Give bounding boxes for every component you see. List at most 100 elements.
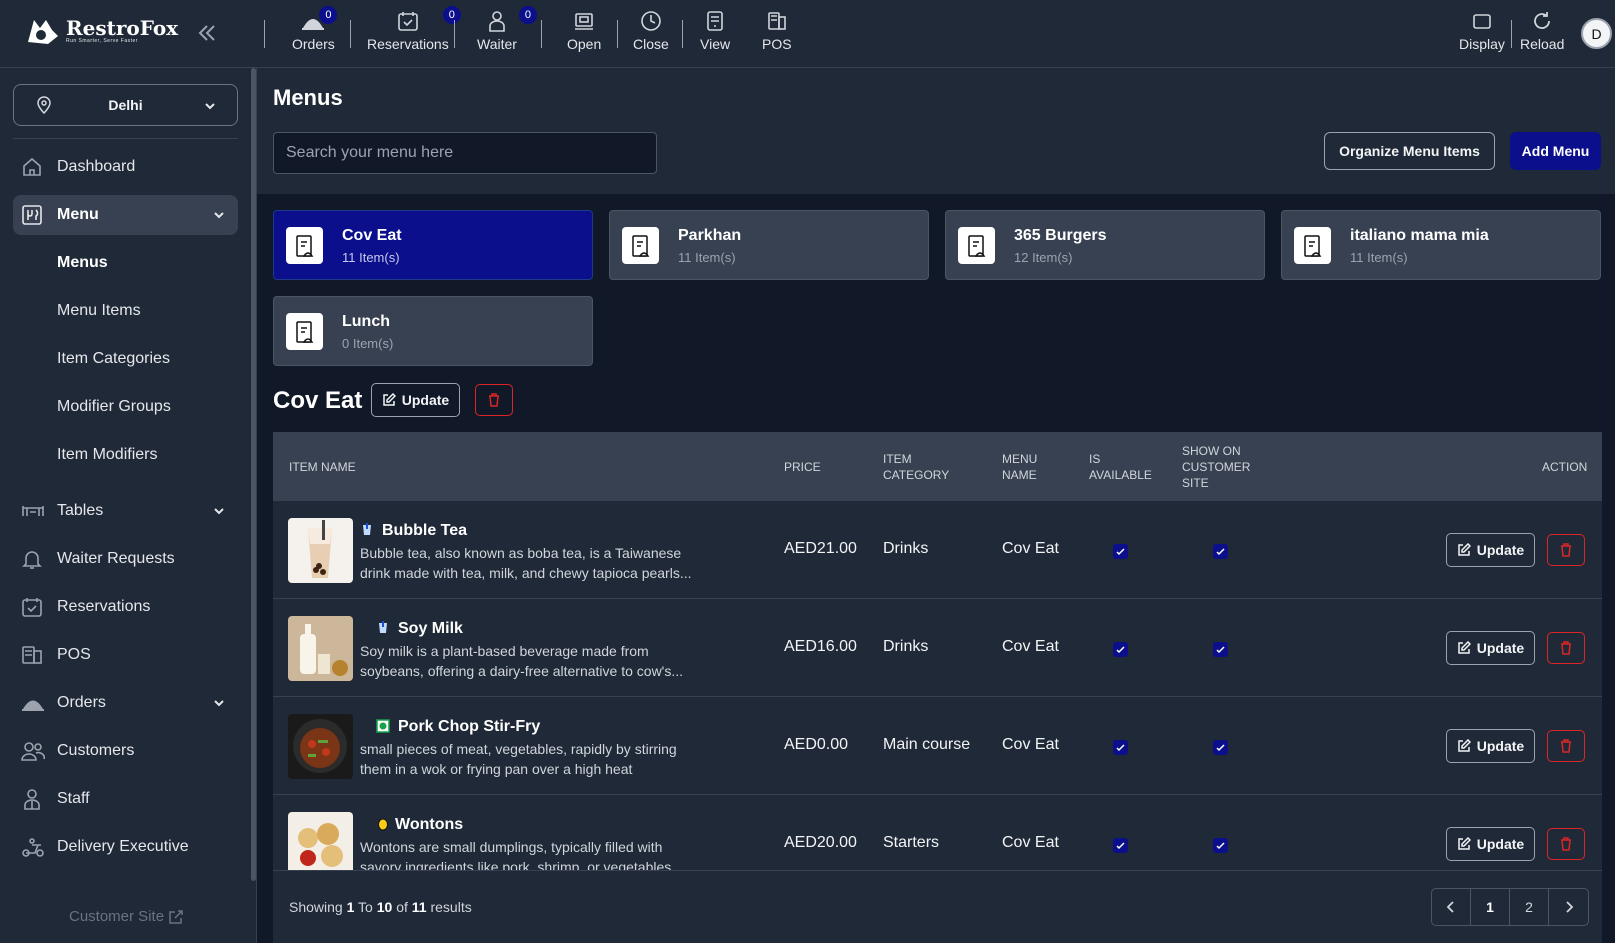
delete-item-button[interactable]: [1547, 534, 1585, 566]
show-on-site-checkbox[interactable]: [1213, 642, 1228, 657]
sidebar-item-delivery-executive[interactable]: Delivery Executive: [13, 827, 238, 867]
menu-card[interactable]: italiano mama mia 11 Item(s): [1281, 210, 1601, 280]
update-label: Update: [1476, 542, 1525, 558]
users-icon: [21, 742, 45, 761]
sidebar-subitem-item-categories[interactable]: Item Categories: [57, 350, 170, 368]
veg-icon: [376, 719, 390, 733]
location-value: Delhi: [108, 97, 143, 113]
item-category: Drinks: [883, 638, 929, 655]
edit-icon: [1458, 837, 1471, 850]
view-button[interactable]: View: [700, 10, 730, 52]
delete-menu-button[interactable]: [475, 384, 513, 416]
sidebar-item-dashboard[interactable]: Dashboard: [13, 147, 238, 187]
organize-menu-items-button[interactable]: Organize Menu Items: [1324, 132, 1495, 170]
collapse-sidebar-button[interactable]: [196, 22, 218, 44]
is-available-checkbox[interactable]: [1113, 544, 1128, 559]
table-row: Soy Milk Soy milk is a plant-based bever…: [273, 599, 1602, 697]
menu-card[interactable]: Cov Eat 11 Item(s): [273, 210, 593, 280]
prev-page-button[interactable]: [1432, 889, 1471, 925]
menu-card-name: italiano mama mia: [1350, 227, 1489, 244]
sidebar-item-menu[interactable]: Menu: [13, 195, 238, 235]
pagination: 1 2: [1431, 888, 1589, 926]
menu-card-icon-box: [286, 227, 323, 264]
open-button[interactable]: Open: [567, 10, 601, 52]
menu-card-count: 11 Item(s): [1350, 250, 1408, 265]
cloche-icon: [22, 700, 44, 711]
show-on-site-checkbox[interactable]: [1213, 544, 1228, 559]
sidebar-item-label: Staff: [57, 790, 90, 807]
sidebar-item-staff[interactable]: Staff: [13, 779, 238, 819]
sidebar-scrollbar[interactable]: [251, 68, 256, 881]
menu-card[interactable]: Parkhan 11 Item(s): [609, 210, 929, 280]
page-header: [257, 68, 1615, 194]
update-item-button[interactable]: Update: [1446, 631, 1535, 665]
edit-icon: [1458, 641, 1471, 654]
delete-item-button[interactable]: [1547, 632, 1585, 664]
display-button[interactable]: Display: [1459, 10, 1505, 52]
trash-icon: [489, 393, 499, 407]
update-item-button[interactable]: Update: [1446, 533, 1535, 567]
item-description: Bubble tea, also known as boba tea, is a…: [360, 545, 692, 581]
check-icon: [1116, 744, 1125, 752]
sidebar-item-label: Reservations: [57, 598, 151, 615]
sidebar-item-waiter-requests[interactable]: Waiter Requests: [13, 539, 238, 579]
reservations-button[interactable]: 0 Reservations: [367, 6, 461, 52]
sidebar-item-orders[interactable]: Orders: [13, 683, 238, 723]
menu-card[interactable]: 365 Burgers 12 Item(s): [945, 210, 1265, 280]
item-price: AED0.00: [784, 736, 849, 753]
item-name: Bubble Tea: [382, 522, 468, 539]
pos-button[interactable]: POS: [762, 10, 792, 52]
waiter-button[interactable]: 0 Waiter: [477, 6, 537, 52]
item-price: AED20.00: [784, 834, 857, 851]
orders-label: Orders: [292, 36, 335, 52]
delete-item-button[interactable]: [1547, 828, 1585, 860]
item-category: Drinks: [883, 540, 929, 557]
brand-logo[interactable]: RestroFox Run Smarter, Serve Faster: [24, 16, 178, 46]
sidebar-subitem-item-modifiers[interactable]: Item Modifiers: [57, 446, 157, 464]
sidebar-subitem-modifier-groups[interactable]: Modifier Groups: [57, 398, 171, 416]
top-bar: RestroFox Run Smarter, Serve Faster 0 Or…: [0, 0, 1615, 68]
orders-button[interactable]: 0 Orders: [292, 6, 338, 52]
show-on-site-checkbox[interactable]: [1213, 838, 1228, 853]
external-link-icon: [169, 909, 183, 924]
trash-icon: [1561, 739, 1571, 753]
item-image: [288, 812, 353, 870]
sidebar-subitem-menus[interactable]: Menus: [57, 254, 108, 272]
page-button[interactable]: 2: [1510, 889, 1549, 925]
is-available-checkbox[interactable]: [1113, 740, 1128, 755]
update-menu-button[interactable]: Update: [371, 383, 460, 417]
delete-item-button[interactable]: [1547, 730, 1585, 762]
menu-card-icon-box: [1294, 227, 1331, 264]
next-page-button[interactable]: [1549, 889, 1588, 925]
pos-icon: [22, 646, 42, 664]
sidebar-item-tables[interactable]: Tables: [13, 491, 238, 531]
menu-card[interactable]: Lunch 0 Item(s): [273, 296, 593, 366]
is-available-checkbox[interactable]: [1113, 642, 1128, 657]
customer-site-link[interactable]: Customer Site: [69, 908, 184, 925]
sidebar-item-reservations[interactable]: Reservations: [13, 587, 238, 627]
toolbar-divider: [617, 20, 618, 48]
drink-icon: [379, 621, 387, 633]
is-available-checkbox[interactable]: [1113, 838, 1128, 853]
user-avatar[interactable]: D: [1581, 18, 1612, 49]
location-select[interactable]: Delhi: [13, 84, 238, 126]
show-on-site-checkbox[interactable]: [1213, 740, 1228, 755]
search-input[interactable]: [273, 132, 657, 174]
toolbar-divider: [454, 20, 455, 48]
sidebar-item-customers[interactable]: Customers: [13, 731, 238, 771]
sidebar-item-pos[interactable]: POS: [13, 635, 238, 675]
customer-site-label: Customer Site: [69, 908, 165, 925]
item-price: AED21.00: [784, 540, 857, 557]
update-item-button[interactable]: Update: [1446, 729, 1535, 763]
sidebar-divider: [13, 138, 238, 139]
page-button[interactable]: 1: [1471, 889, 1510, 925]
col-is-available: IS AVAILABLE: [1089, 452, 1152, 482]
close-button[interactable]: Close: [633, 10, 669, 52]
egg-icon: [378, 818, 388, 831]
menu-card-name: Parkhan: [678, 227, 742, 244]
reload-button[interactable]: Reload: [1520, 10, 1564, 52]
sidebar-subitem-menu-items[interactable]: Menu Items: [57, 302, 141, 320]
update-item-button[interactable]: Update: [1446, 827, 1535, 861]
reload-label: Reload: [1520, 36, 1565, 52]
add-menu-button[interactable]: Add Menu: [1510, 132, 1601, 170]
